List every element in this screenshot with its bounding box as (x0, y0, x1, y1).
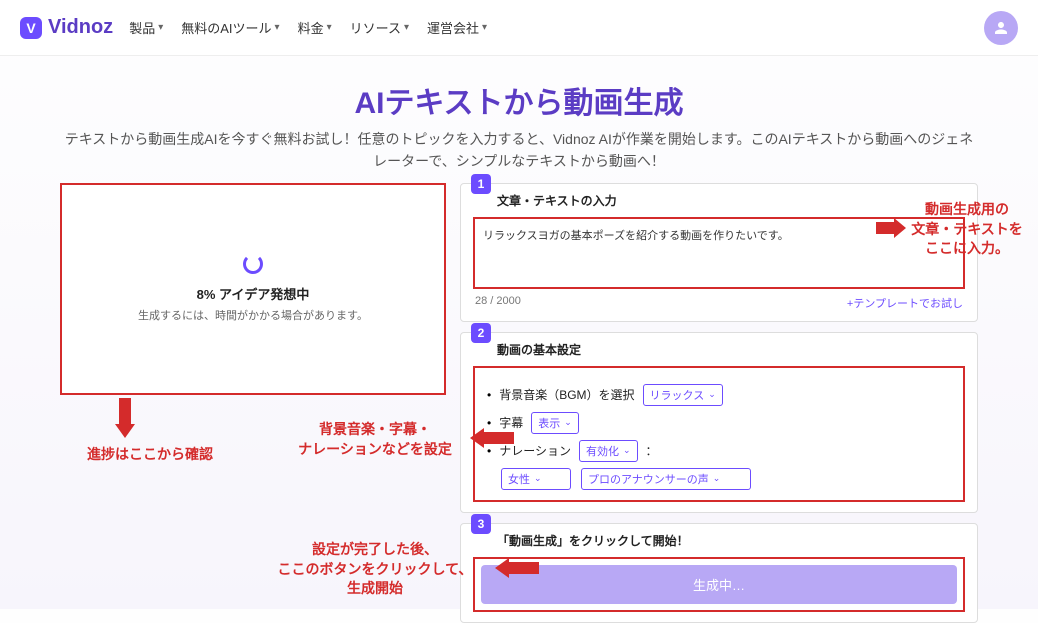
chevron-down-icon: ⌄ (713, 473, 721, 484)
nav-product[interactable]: 製品▾ (129, 18, 163, 37)
page-subtitle: テキストから動画生成AIを今すぐ無料お試し！任意のトピックを入力すると、Vidn… (60, 128, 978, 173)
left-column: 8% アイデア発想中 生成するには、時間がかかる場合があります。 (60, 183, 446, 623)
header: V Vidnoz 製品▾ 無料のAIツール▾ 料金▾ リソース▾ 運営会社▾ (0, 0, 1038, 56)
bgm-row: • 背景音楽（BGM）を選択 リラックス⌄ (487, 384, 951, 406)
char-counter: 28 / 2000 (475, 295, 521, 311)
subtitle-row: • 字幕 表示⌄ (487, 412, 951, 434)
narration-label: ナレーション (499, 442, 571, 459)
chevron-down-icon: ▾ (482, 22, 487, 33)
logo[interactable]: V Vidnoz (20, 16, 113, 39)
page-title: AIテキストから動画生成 (60, 78, 978, 122)
progress-note: 生成するには、時間がかかる場合があります。 (138, 307, 368, 323)
nav: 製品▾ 無料のAIツール▾ 料金▾ リソース▾ 運営会社▾ (129, 18, 487, 37)
nav-resources[interactable]: リソース▾ (350, 18, 409, 37)
template-link[interactable]: +テンプレートでお試し (847, 295, 963, 311)
spinner-icon (243, 254, 263, 274)
chevron-down-icon: ▾ (158, 22, 163, 33)
step-badge-1: 1 (471, 174, 491, 194)
user-icon (992, 19, 1010, 37)
avatar[interactable] (984, 11, 1018, 45)
voice-gender-select[interactable]: 女性⌄ (501, 468, 571, 490)
chevron-down-icon: ⌄ (534, 473, 542, 484)
nav-pricing[interactable]: 料金▾ (298, 18, 332, 37)
subtitle-label: 字幕 (499, 414, 523, 431)
nav-free-tools[interactable]: 無料のAIツール▾ (181, 18, 279, 37)
generate-button[interactable]: 生成中… (481, 565, 957, 604)
generate-box: 生成中… (473, 557, 965, 612)
chevron-down-icon: ▾ (275, 22, 280, 33)
nav-company[interactable]: 運営会社▾ (427, 18, 487, 37)
step2-title: 動画の基本設定 (497, 341, 965, 358)
step2-card: 2 動画の基本設定 • 背景音楽（BGM）を選択 リラックス⌄ • 字幕 表示⌄… (460, 332, 978, 513)
step-badge-3: 3 (471, 514, 491, 534)
hero: AIテキストから動画生成 テキストから動画生成AIを今すぐ無料お試し！任意のトピ… (0, 78, 1038, 173)
chevron-down-icon: ⌄ (708, 389, 716, 400)
progress-text: 8% アイデア発想中 (197, 284, 310, 303)
logo-mark-icon: V (20, 17, 42, 39)
bgm-label: 背景音楽（BGM）を選択 (499, 386, 634, 403)
chevron-down-icon: ▾ (404, 22, 409, 33)
narration-row: • ナレーション 有効化⌄ ： (487, 440, 951, 462)
preview-panel: 8% アイデア発想中 生成するには、時間がかかる場合があります。 (60, 183, 446, 395)
chevron-down-icon: ▾ (327, 22, 332, 33)
step3-card: 3 「動画生成」をクリックして開始！ 生成中… (460, 523, 978, 623)
step-badge-2: 2 (471, 323, 491, 343)
step3-title: 「動画生成」をクリックして開始！ (497, 532, 965, 549)
voice-row: 女性⌄ プロのアナウンサーの声⌄ (501, 468, 951, 490)
right-column: 1 文章・テキストの入力 リラックスヨガの基本ポーズを紹介する動画を作りたいです… (460, 183, 978, 623)
chevron-down-icon: ⌄ (623, 445, 631, 456)
main: 8% アイデア発想中 生成するには、時間がかかる場合があります。 1 文章・テキ… (0, 173, 1038, 623)
settings-box: • 背景音楽（BGM）を選択 リラックス⌄ • 字幕 表示⌄ • ナレーション … (473, 366, 965, 502)
subtitle-select[interactable]: 表示⌄ (531, 412, 579, 434)
text-input[interactable]: リラックスヨガの基本ポーズを紹介する動画を作りたいです。 (473, 217, 965, 289)
voice-style-select[interactable]: プロのアナウンサーの声⌄ (581, 468, 751, 490)
chevron-down-icon: ⌄ (564, 417, 572, 428)
narration-select[interactable]: 有効化⌄ (579, 440, 638, 462)
brand-name: Vidnoz (48, 16, 113, 39)
step1-title: 文章・テキストの入力 (497, 192, 965, 209)
bgm-select[interactable]: リラックス⌄ (643, 384, 723, 406)
step1-card: 1 文章・テキストの入力 リラックスヨガの基本ポーズを紹介する動画を作りたいです… (460, 183, 978, 322)
